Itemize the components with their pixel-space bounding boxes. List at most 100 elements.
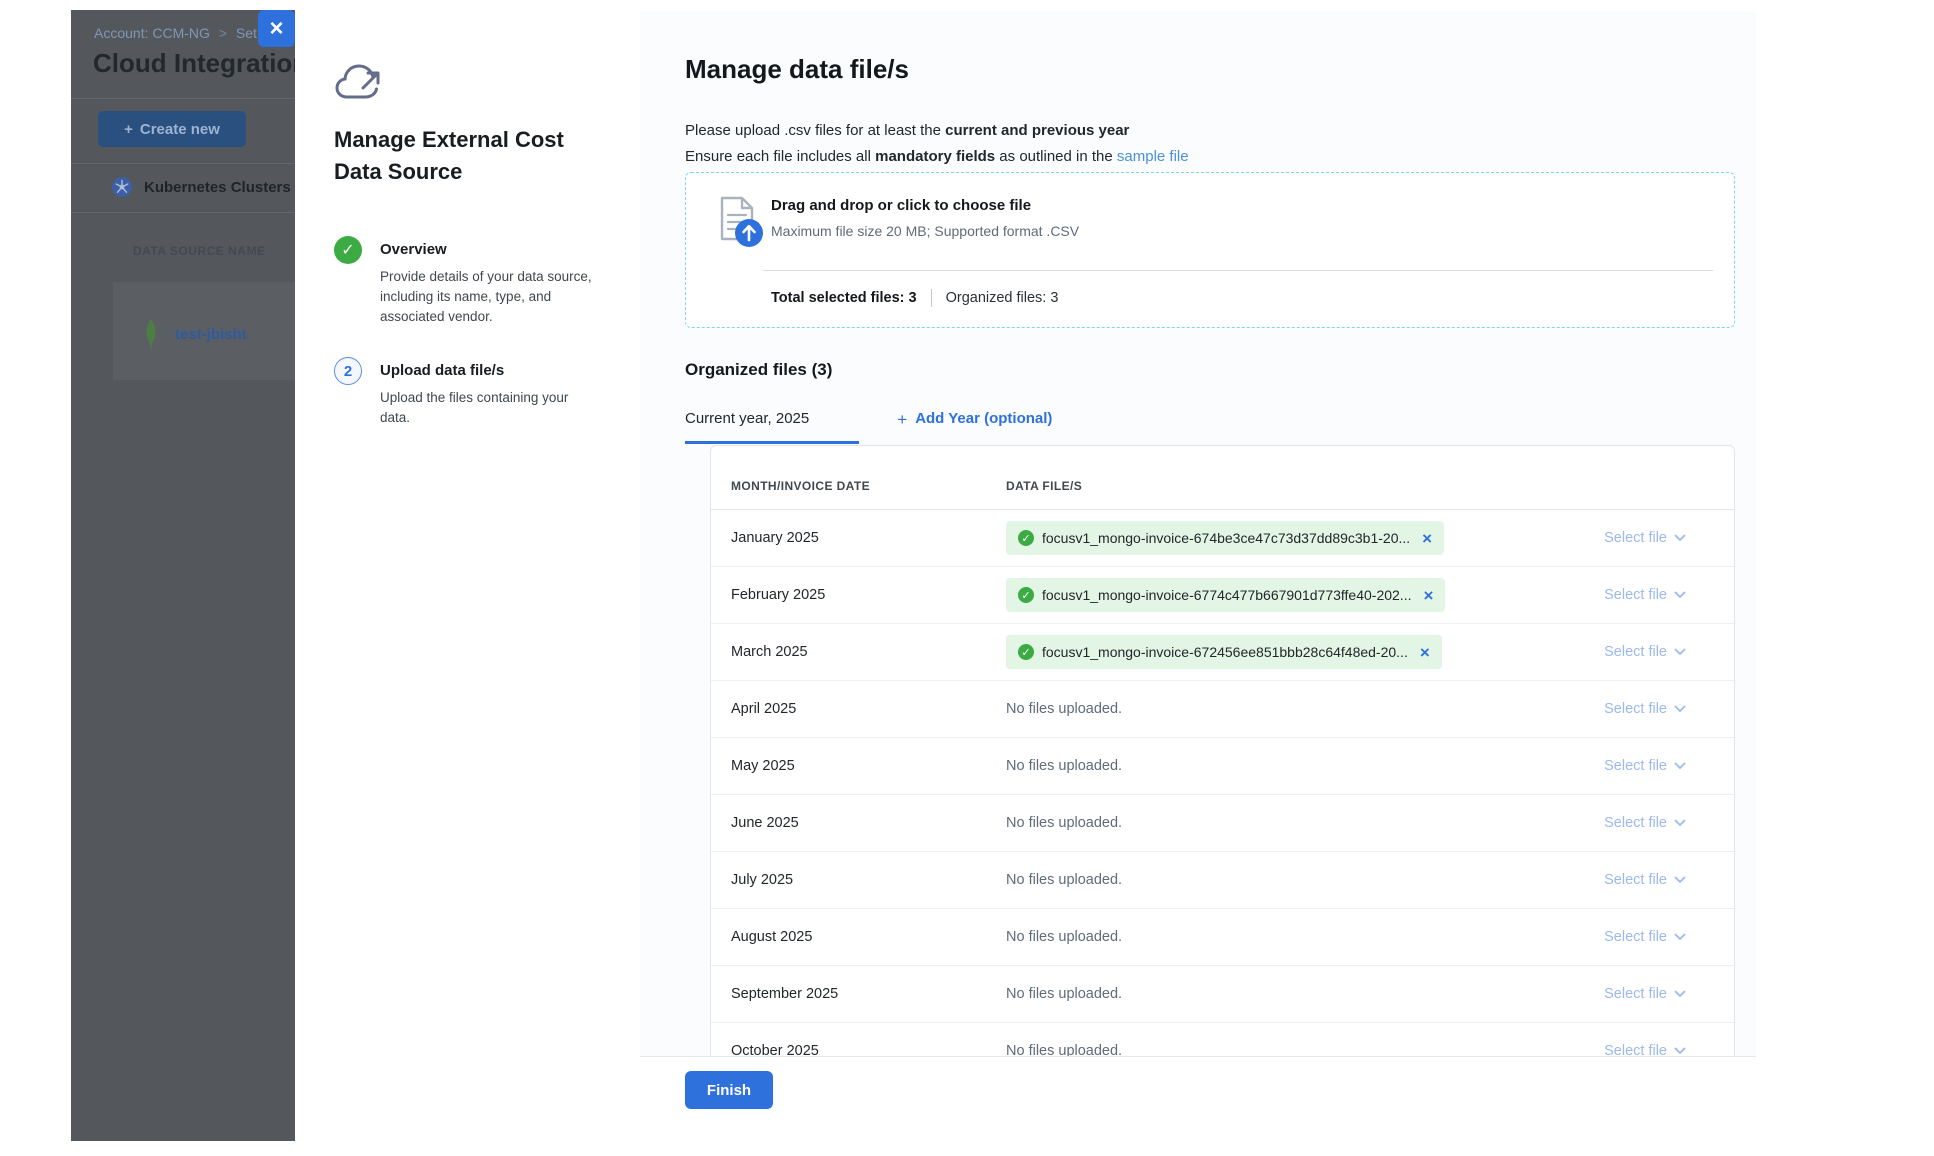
month-label: May 2025	[711, 758, 1006, 774]
select-file-label: Select file	[1604, 815, 1667, 831]
table-body: January 2025 ✓ focusv1_mongo-invoice-674…	[711, 510, 1734, 1066]
table-row: February 2025 ✓ focusv1_mongo-invoice-67…	[711, 567, 1734, 624]
chevron-down-icon	[1674, 1047, 1686, 1055]
month-label: June 2025	[711, 815, 1006, 831]
select-file-dropdown[interactable]: Select file	[1551, 701, 1686, 717]
chevron-down-icon	[1674, 705, 1686, 713]
remove-file-icon[interactable]: ×	[1420, 644, 1430, 661]
data-source-row[interactable]: test-jbisht	[141, 318, 247, 350]
select-file-label: Select file	[1604, 701, 1667, 717]
app-root: Account: CCM-NG > Set Cloud Integration …	[0, 0, 1934, 1156]
divider	[763, 270, 1713, 271]
file-success-check-icon: ✓	[1018, 530, 1034, 546]
files-cell: No files uploaded.	[1006, 815, 1551, 831]
sample-file-link[interactable]: sample file	[1117, 148, 1189, 165]
select-file-label: Select file	[1604, 758, 1667, 774]
table-row: September 2025 No files uploaded. Select…	[711, 966, 1734, 1023]
step-description: Provide details of your data source, inc…	[380, 267, 592, 327]
files-cell: No files uploaded.	[1006, 986, 1551, 1002]
month-label: August 2025	[711, 929, 1006, 945]
select-file-label: Select file	[1604, 986, 1667, 1002]
chevron-down-icon	[1674, 876, 1686, 884]
select-file-label: Select file	[1604, 644, 1667, 660]
breadcrumb-account[interactable]: Account: CCM-NG	[94, 25, 210, 41]
total-selected-files: Total selected files: 3	[771, 290, 917, 306]
create-new-button[interactable]: + Create new	[98, 111, 246, 147]
dimmed-background-page: Account: CCM-NG > Set Cloud Integration …	[71, 10, 295, 1141]
files-cell: ✓ focusv1_mongo-invoice-6774c477b667901d…	[1006, 578, 1551, 612]
files-cell: No files uploaded.	[1006, 872, 1551, 888]
monthly-files-table: MONTH/INVOICE DATE DATA FILE/S January 2…	[710, 445, 1735, 1066]
table-row: April 2025 No files uploaded. Select fil…	[711, 681, 1734, 738]
uploaded-file-chip: ✓ focusv1_mongo-invoice-674be3ce47c73d37…	[1006, 521, 1444, 555]
file-name: focusv1_mongo-invoice-672456ee851bbb28c6…	[1042, 644, 1408, 660]
select-file-dropdown[interactable]: Select file	[1551, 644, 1686, 660]
data-source-row-card: test-jbisht	[113, 282, 295, 380]
organized-files-count: Organized files: 3	[946, 290, 1059, 306]
table-row: March 2025 ✓ focusv1_mongo-invoice-67245…	[711, 624, 1734, 681]
dropzone-subtitle: Maximum file size 20 MB; Supported forma…	[771, 223, 1079, 239]
table-row: May 2025 No files uploaded. Select file	[711, 738, 1734, 795]
kubernetes-icon	[111, 176, 133, 198]
main-panel: Manage data file/s Please upload .csv fi…	[640, 10, 1756, 1141]
table-row: January 2025 ✓ focusv1_mongo-invoice-674…	[711, 510, 1734, 567]
file-success-check-icon: ✓	[1018, 644, 1034, 660]
select-file-dropdown[interactable]: Select file	[1551, 758, 1686, 774]
file-name: focusv1_mongo-invoice-6774c477b667901d77…	[1042, 587, 1411, 603]
chevron-down-icon	[1674, 990, 1686, 998]
column-data-files: DATA FILE/S	[1006, 479, 1082, 493]
cloud-export-icon	[335, 62, 385, 104]
breadcrumb-separator: >	[219, 25, 227, 41]
step-upload-data-files[interactable]: 2 Upload data file/s Upload the files co…	[334, 357, 592, 428]
no-files-text: No files uploaded.	[1006, 929, 1122, 945]
file-name: focusv1_mongo-invoice-674be3ce47c73d37dd…	[1042, 530, 1410, 546]
plus-icon: +	[124, 121, 133, 138]
modal-close-button[interactable]: ×	[258, 10, 295, 47]
divider	[931, 289, 932, 307]
year-tabs: Current year, 2025 + Add Year (optional)	[685, 402, 1052, 444]
modal-footer: Finish	[640, 1056, 1756, 1141]
finish-button[interactable]: Finish	[685, 1071, 773, 1109]
column-header-data-source-name: DATA SOURCE NAME	[133, 244, 265, 258]
divider	[71, 163, 295, 164]
table-row: July 2025 No files uploaded. Select file	[711, 852, 1734, 909]
select-file-dropdown[interactable]: Select file	[1551, 986, 1686, 1002]
chevron-down-icon	[1674, 648, 1686, 656]
upload-file-icon	[716, 195, 768, 253]
wizard-title: Manage External Cost Data Source	[334, 124, 594, 188]
select-file-dropdown[interactable]: Select file	[1551, 530, 1686, 546]
step-description: Upload the files containing your data.	[380, 388, 592, 428]
files-cell: ✓ focusv1_mongo-invoice-674be3ce47c73d37…	[1006, 521, 1551, 555]
file-success-check-icon: ✓	[1018, 587, 1034, 603]
step-label: Overview	[380, 236, 592, 258]
table-row: August 2025 No files uploaded. Select fi…	[711, 909, 1734, 966]
uploaded-file-chip: ✓ focusv1_mongo-invoice-672456ee851bbb28…	[1006, 635, 1442, 669]
select-file-dropdown[interactable]: Select file	[1551, 587, 1686, 603]
tab-kubernetes-clusters[interactable]: Kubernetes Clusters	[111, 176, 291, 198]
select-file-dropdown[interactable]: Select file	[1551, 929, 1686, 945]
remove-file-icon[interactable]: ×	[1423, 587, 1433, 604]
files-cell: ✓ focusv1_mongo-invoice-672456ee851bbb28…	[1006, 635, 1551, 669]
select-file-dropdown[interactable]: Select file	[1551, 815, 1686, 831]
month-label: September 2025	[711, 986, 1006, 1002]
mongodb-leaf-icon	[141, 318, 161, 350]
chevron-down-icon	[1674, 762, 1686, 770]
files-cell: No files uploaded.	[1006, 701, 1551, 717]
breadcrumb[interactable]: Account: CCM-NG > Set	[94, 25, 257, 41]
breadcrumb-settings[interactable]: Set	[236, 25, 257, 41]
no-files-text: No files uploaded.	[1006, 986, 1122, 1002]
file-dropzone[interactable]: Drag and drop or click to choose file Ma…	[685, 172, 1735, 328]
files-cell: No files uploaded.	[1006, 929, 1551, 945]
select-file-label: Select file	[1604, 872, 1667, 888]
step-done-check-icon: ✓	[334, 236, 362, 264]
step-number-badge: 2	[334, 357, 362, 385]
data-source-name-link[interactable]: test-jbisht	[175, 326, 247, 343]
uploaded-file-chip: ✓ focusv1_mongo-invoice-6774c477b667901d…	[1006, 578, 1445, 612]
select-file-dropdown[interactable]: Select file	[1551, 872, 1686, 888]
step-overview[interactable]: ✓ Overview Provide details of your data …	[334, 236, 592, 327]
column-month-invoice-date: MONTH/INVOICE DATE	[731, 479, 870, 493]
tab-current-year[interactable]: Current year, 2025	[685, 402, 859, 444]
organized-files-heading: Organized files (3)	[685, 360, 832, 380]
add-year-button[interactable]: + Add Year (optional)	[859, 402, 1052, 444]
remove-file-icon[interactable]: ×	[1422, 530, 1432, 547]
